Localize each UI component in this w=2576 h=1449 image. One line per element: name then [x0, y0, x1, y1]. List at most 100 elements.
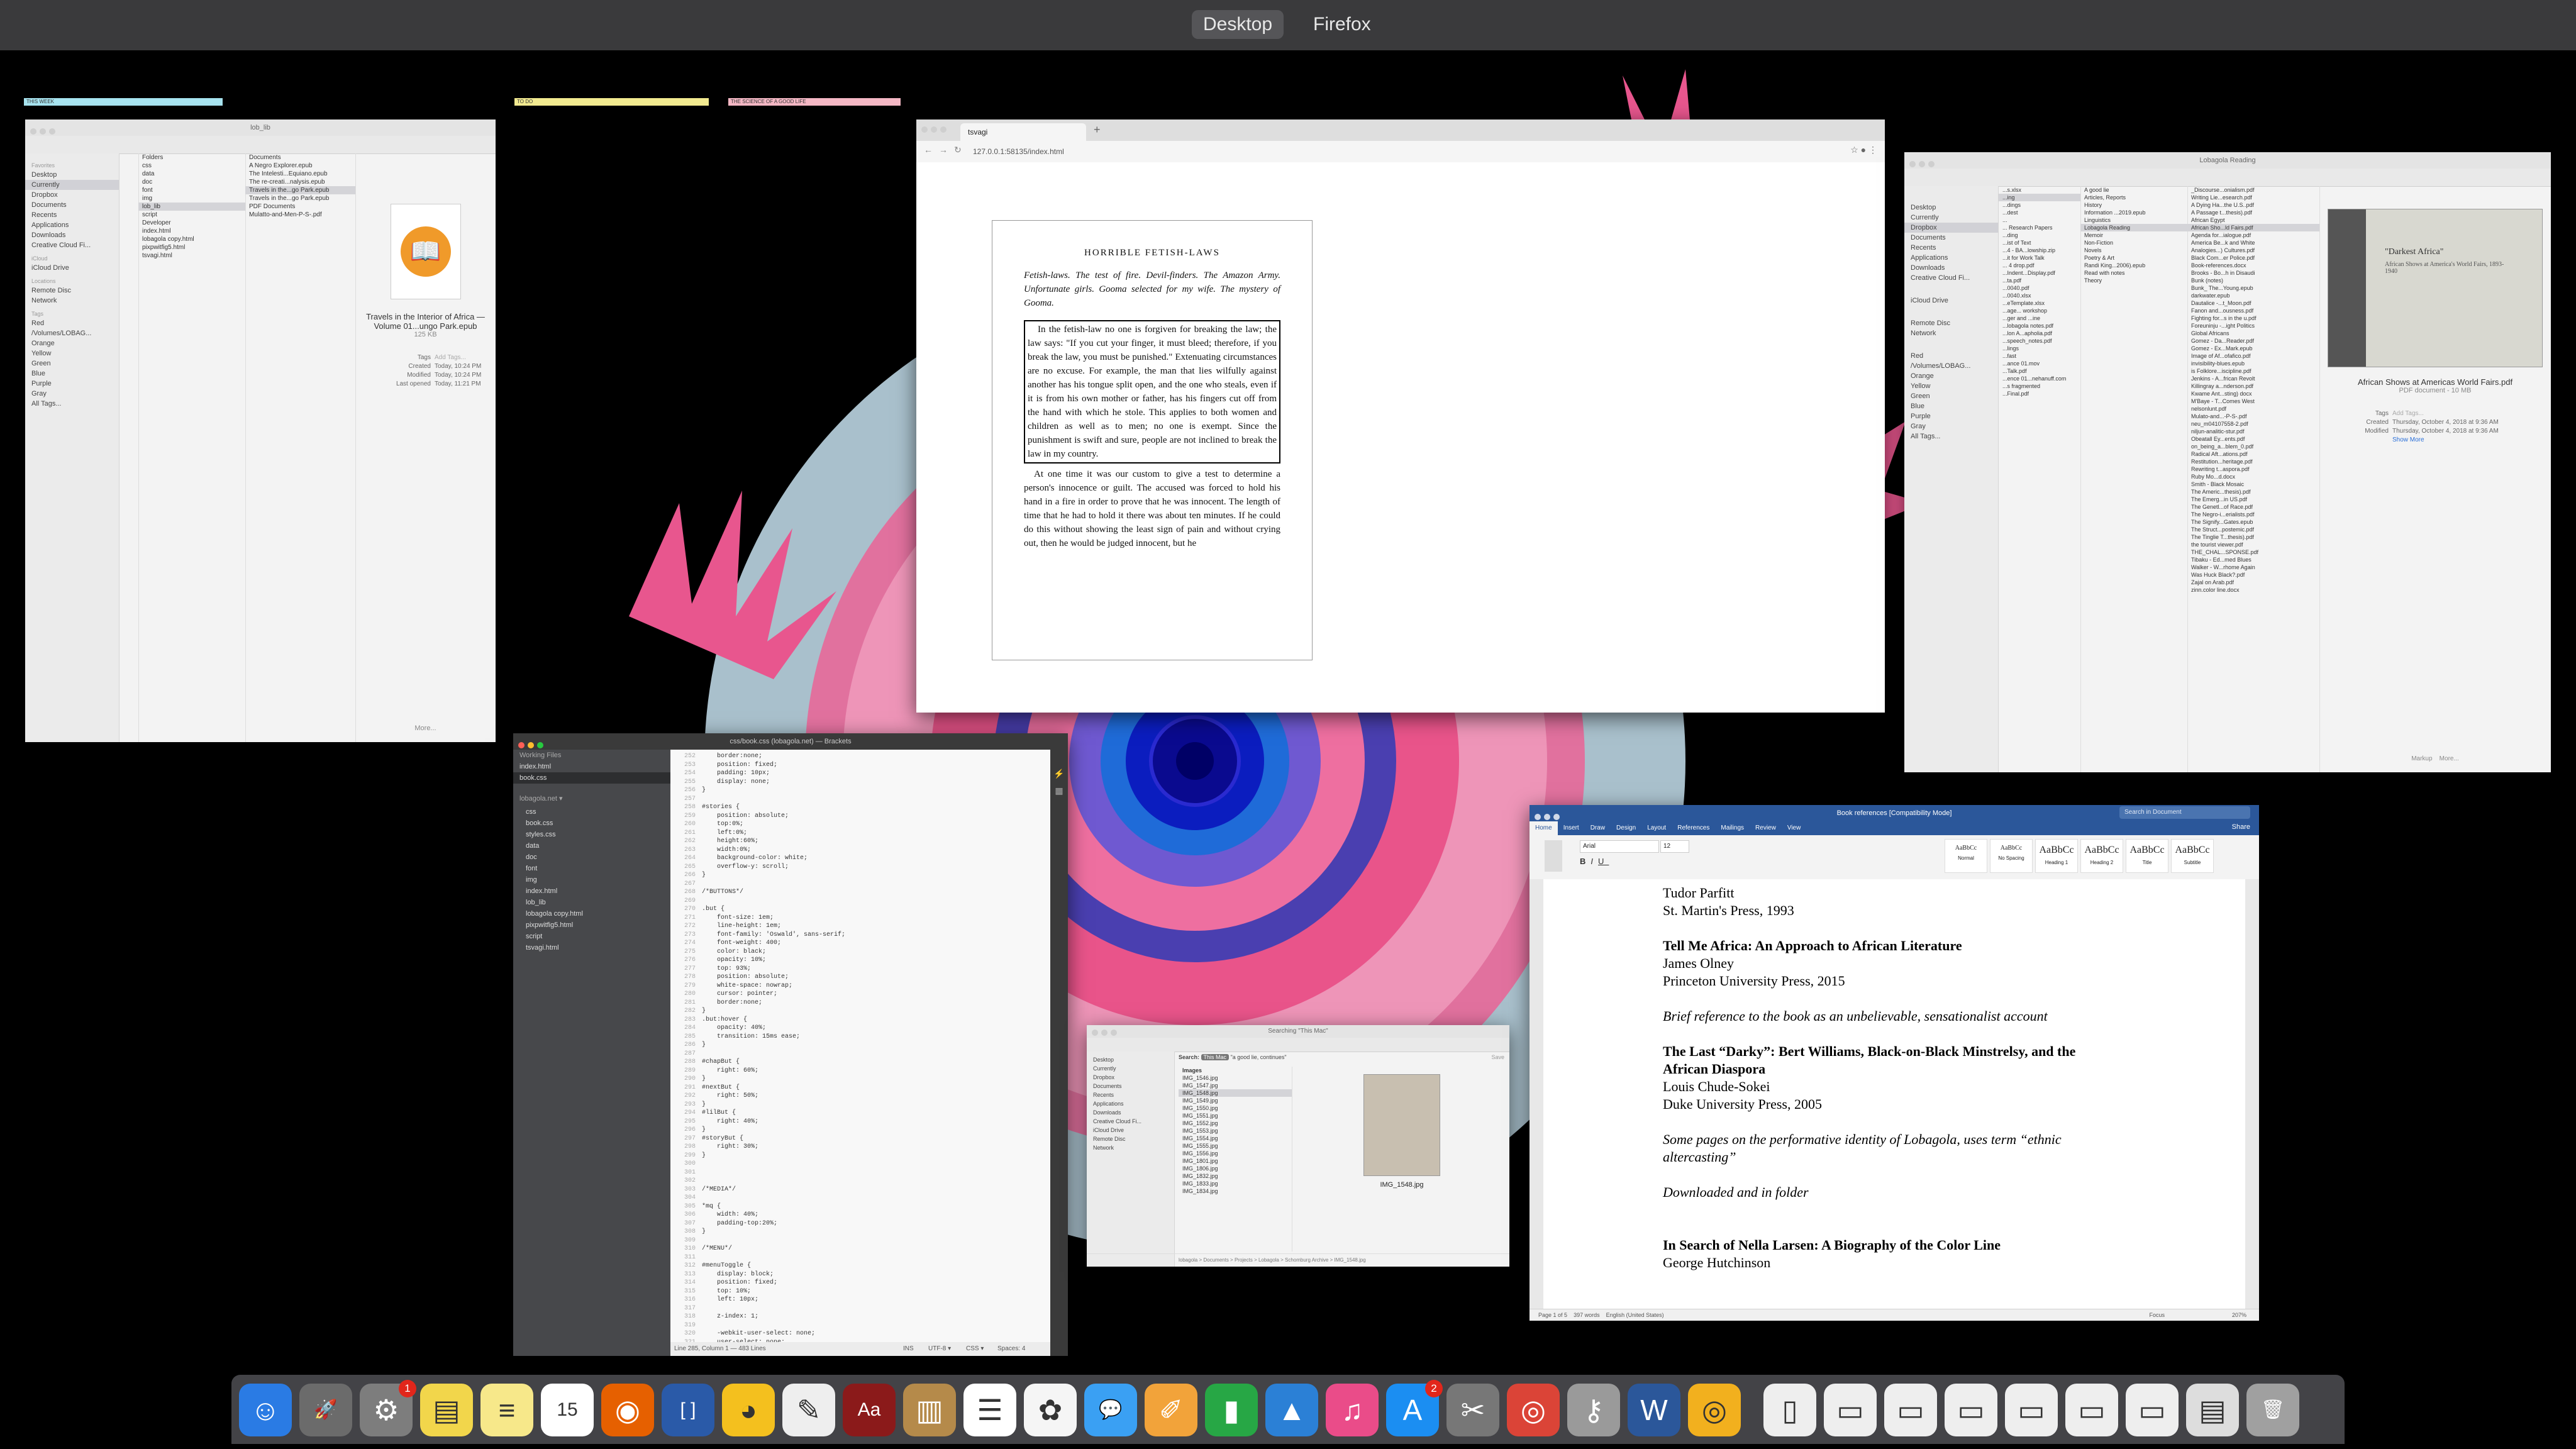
ribbon-tab-view[interactable]: View [1782, 821, 1807, 835]
save-search-button[interactable]: Save [1491, 1054, 1504, 1060]
finder-column-2[interactable]: A good lie Articles, Reports History Inform… [2080, 186, 2188, 772]
code-line[interactable]: 318 z-index: 1; [670, 1313, 1050, 1321]
code-line[interactable]: 269 [670, 897, 1050, 906]
cyberduck-icon[interactable]: ◕ [722, 1384, 775, 1436]
sidebar-item-remote-disc[interactable]: Remote Disc [25, 286, 119, 296]
project-tree-item[interactable]: img [519, 874, 664, 886]
font-select[interactable]: Arial [1580, 840, 1659, 853]
search-result-item[interactable]: IMG_1834.jpg [1179, 1187, 1292, 1195]
file-item[interactable]: ...Talk.pdf [1999, 367, 2080, 375]
sidebar-item-recents[interactable]: Recents [25, 210, 119, 220]
file-item[interactable]: ...lon A...apholia.pdf [1999, 330, 2080, 337]
file-item[interactable]: ...0040.pdf [1999, 284, 2080, 292]
folder-item[interactable]: Linguistics [2080, 216, 2187, 224]
show-more-link[interactable]: Show More [2345, 436, 2551, 445]
code-line[interactable]: 286} [670, 1041, 1050, 1050]
folder-item[interactable]: Theory [2080, 277, 2187, 284]
style-option[interactable]: AaBbCc Heading 2 [2080, 839, 2123, 873]
file-item[interactable]: ... Research Papers [1999, 224, 2080, 231]
search-result-item[interactable]: IMG_1551.jpg [1179, 1112, 1292, 1119]
code-line[interactable]: 295 right: 40%; [670, 1118, 1050, 1126]
address-bar[interactable]: 127.0.0.1:58135/index.html [973, 145, 1064, 158]
project-tree-item[interactable]: lob_lib [519, 897, 664, 908]
file-item[interactable]: Obeatall Ey...ents.pdf [2187, 435, 2319, 443]
sidebar-item-icloud-drive[interactable]: iCloud Drive [25, 263, 119, 273]
code-line[interactable]: 254 padding: 10px; [670, 769, 1050, 778]
file-item[interactable]: The Negro-i...erialists.pdf [2187, 511, 2319, 518]
paste-button[interactable] [1545, 840, 1562, 872]
file-item[interactable]: Walker - W...rhome Again [2187, 564, 2319, 571]
font-size-select[interactable]: 12 [1660, 840, 1689, 853]
tag-all-tags[interactable]: All Tags... [1904, 431, 1998, 441]
sidebar-item-network[interactable]: Network [1904, 328, 1998, 338]
page-count[interactable]: Page 1 of 5 [1538, 1312, 1567, 1318]
file-item[interactable]: Fighting for...s in the u.pdf [2187, 314, 2319, 322]
project-tree-item[interactable]: lobagola copy.html [519, 908, 664, 919]
code-line[interactable]: 296} [670, 1126, 1050, 1135]
code-line[interactable]: 306 width: 40%; [670, 1211, 1050, 1219]
code-line[interactable]: 287 [670, 1050, 1050, 1058]
code-line[interactable]: 305 *mq { [670, 1202, 1050, 1211]
code-line[interactable]: 259 position: absolute; [670, 812, 1050, 821]
project-tree-item[interactable]: doc [519, 852, 664, 863]
file-item[interactable]: The Struct...postemic.pdf [2187, 526, 2319, 533]
highlighted-paragraph[interactable]: In the fetish-law no one is forgiven for… [1024, 320, 1280, 464]
code-line[interactable]: 284 opacity: 40%; [670, 1024, 1050, 1033]
folder-item[interactable]: Articles, Reports [2080, 194, 2187, 201]
code-line[interactable]: 271 font-size: 1em; [670, 914, 1050, 923]
notes-icon[interactable]: ≡ [480, 1384, 533, 1436]
sidebar-item-documents[interactable]: Documents [1904, 233, 1998, 243]
code-line[interactable]: 289 right: 60%; [670, 1067, 1050, 1075]
sidebar-item-remote-disc[interactable]: Remote Disc [1087, 1135, 1174, 1143]
file-item[interactable]: ...0040.xlsx [1999, 292, 2080, 299]
tag-blue[interactable]: Blue [25, 369, 119, 379]
file-item[interactable]: Mulatto-and-Men-P-S-.pdf [245, 211, 355, 219]
code-line[interactable]: 285 transition: 15ms ease; [670, 1033, 1050, 1041]
zoom-level[interactable]: 207% [2232, 1309, 2246, 1321]
document-page[interactable]: Tudor Parfitt St. Martin's Press, 1993 Tel… [1543, 879, 2245, 1309]
share-button[interactable]: Share [2232, 823, 2250, 831]
code-line[interactable]: 320 -webkit-user-select: none; [670, 1330, 1050, 1338]
tag-gray[interactable]: Gray [1904, 421, 1998, 431]
word-icon[interactable]: W [1628, 1384, 1680, 1436]
folder-item[interactable]: img [138, 194, 245, 203]
ribbon-tab-design[interactable]: Design [1611, 821, 1641, 835]
sidebar-item-documents[interactable]: Documents [25, 200, 119, 210]
tag-red[interactable]: Red [25, 318, 119, 328]
file-item[interactable]: THE_CHAL...SPONSE.pdf [2187, 548, 2319, 556]
file-item[interactable]: ...lobagola notes.pdf [1999, 322, 2080, 330]
code-line[interactable]: 290} [670, 1075, 1050, 1084]
project-tree-item[interactable]: pixpwitfig5.html [519, 919, 664, 931]
code-line[interactable]: 266} [670, 871, 1050, 880]
file-item[interactable]: ... 4 drop.pdf [1999, 262, 2080, 269]
sidebar-item-desktop[interactable]: Desktop [1087, 1055, 1174, 1064]
file-item[interactable]: A Negro Explorer.epub [245, 162, 355, 170]
trash-icon[interactable]: 🗑 [2246, 1384, 2299, 1436]
file-item[interactable]: Zajal on Arab.pdf [2187, 579, 2319, 586]
code-line[interactable]: 293} [670, 1101, 1050, 1109]
finder-column-root[interactable] [119, 153, 139, 742]
code-line[interactable]: 300 [670, 1160, 1050, 1169]
search-result-item[interactable]: IMG_1549.jpg [1179, 1097, 1292, 1104]
file-item[interactable]: Kwame Ant...sting) docx [2187, 390, 2319, 397]
chrome-icon[interactable]: ◎ [1507, 1384, 1560, 1436]
word-window[interactable]: Book references [Compatibility Mode] Sea… [1530, 805, 2259, 1321]
file-item[interactable]: The Emerg...in US.pdf [2187, 496, 2319, 503]
chrome-window[interactable]: tsvagi + ←→↻ 127.0.0.1:58135/index.html … [916, 119, 1885, 713]
code-line[interactable]: 312 #menuToggle { [670, 1262, 1050, 1270]
sidebar-item-creative-cloud[interactable]: Creative Cloud Fi... [1904, 273, 1998, 283]
sidebar-item-recents[interactable]: Recents [1087, 1091, 1174, 1099]
search-result-item[interactable]: IMG_1806.jpg [1179, 1165, 1292, 1172]
file-item[interactable]: The Signify...Gates.epub [2187, 518, 2319, 526]
tag-orange[interactable]: Orange [25, 338, 119, 348]
messages-icon[interactable]: 💬 [1084, 1384, 1137, 1436]
code-line[interactable]: 302 [670, 1177, 1050, 1185]
file-item[interactable]: Radical Aft...ations.pdf [2187, 450, 2319, 458]
code-line[interactable]: 276 opacity: 10%; [670, 956, 1050, 965]
sidebar-item-recents[interactable]: Recents [1904, 243, 1998, 253]
file-item[interactable]: Killingray a...nderson.pdf [2187, 382, 2319, 390]
finder-toolbar[interactable] [1087, 1038, 1509, 1052]
firefox-icon[interactable]: ◉ [601, 1384, 654, 1436]
file-item[interactable]: Mulato-and...-P-S-.pdf [2187, 413, 2319, 420]
file-item[interactable]: Travels in the...go Park.epub [245, 194, 355, 203]
